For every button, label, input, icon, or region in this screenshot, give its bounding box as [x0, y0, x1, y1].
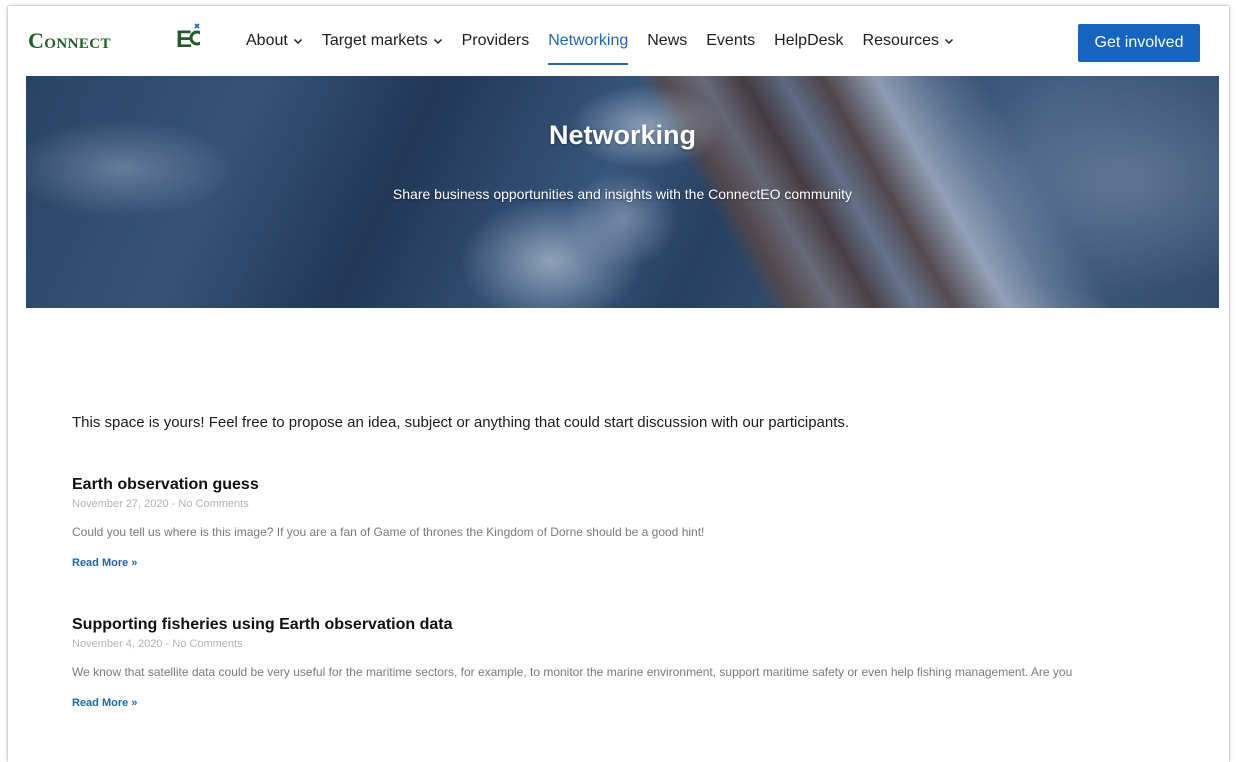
- nav-item-about[interactable]: About: [246, 6, 303, 76]
- page-title: Networking: [548, 120, 696, 150]
- nav-label: News: [647, 32, 688, 49]
- main-nav: About Target markets Providers Networkin…: [246, 6, 973, 76]
- nav-label: Target markets: [321, 32, 428, 49]
- site-header: Connect EO E About Target markets Provid…: [8, 6, 1229, 76]
- post-title-link[interactable]: Supporting fisheries using Earth observa…: [72, 616, 1152, 634]
- logo-wordmark: Connect: [28, 28, 111, 53]
- chevron-down-icon: [944, 38, 954, 45]
- connecteo-logo[interactable]: Connect EO E: [28, 23, 200, 60]
- nav-item-networking[interactable]: Networking: [548, 6, 629, 76]
- nav-item-target-markets[interactable]: Target markets: [322, 6, 443, 76]
- nav-label: Resources: [862, 32, 940, 49]
- read-more-link[interactable]: Read More »: [72, 557, 137, 569]
- nav-item-helpdesk[interactable]: HelpDesk: [774, 6, 843, 76]
- logo-eo: EO: [117, 26, 153, 56]
- post-excerpt: We know that satellite data could be ver…: [72, 665, 1073, 679]
- nav-label: Events: [706, 32, 756, 49]
- nav-item-providers[interactable]: Providers: [462, 6, 530, 76]
- hero-banner: Networking Share business opportunities …: [26, 76, 1219, 308]
- read-more-link[interactable]: Read More »: [72, 697, 137, 709]
- nav-label: Networking: [548, 32, 629, 49]
- nav-item-news[interactable]: News: [647, 6, 687, 76]
- nav-item-resources[interactable]: Resources: [863, 6, 954, 76]
- post-item: Earth observation guess November 27, 202…: [72, 476, 1152, 571]
- post-meta: November 4, 2020 - No Comments: [72, 638, 243, 650]
- nav-label: HelpDesk: [774, 32, 844, 49]
- intro-text: This space is yours! Feel free to propos…: [72, 414, 850, 431]
- chevron-down-icon: [293, 38, 302, 45]
- nav-item-events[interactable]: Events: [706, 6, 755, 76]
- page-frame: Connect EO E About Target markets Provid…: [8, 6, 1229, 762]
- chevron-down-icon: [433, 38, 442, 45]
- post-excerpt: Could you tell us where is this image? I…: [72, 525, 705, 539]
- get-involved-button[interactable]: Get involved: [1078, 24, 1200, 62]
- logo-eo-mark-icon: E: [176, 23, 200, 51]
- post-item: Supporting fisheries using Earth observa…: [72, 616, 1152, 711]
- nav-label: Providers: [461, 32, 530, 49]
- page-subtitle: Share business opportunities and insight…: [392, 186, 853, 202]
- nav-label: About: [246, 32, 288, 49]
- post-title-link[interactable]: Earth observation guess: [72, 476, 1152, 494]
- post-meta: November 27, 2020 - No Comments: [72, 498, 249, 510]
